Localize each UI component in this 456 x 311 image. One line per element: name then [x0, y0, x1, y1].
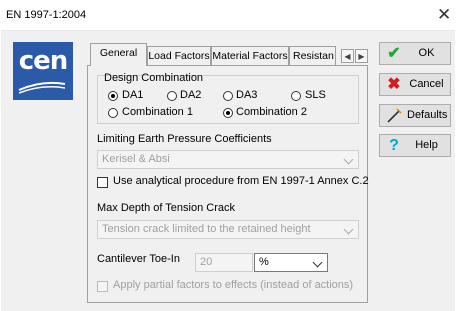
cen-logo: cen: [13, 42, 73, 100]
logo-swoosh-icon: [18, 81, 66, 94]
radio-combination-2-label: Combination 2: [236, 106, 307, 118]
chevron-left-icon: ◀: [344, 52, 351, 61]
tab-scroll-left-button[interactable]: ◀: [341, 49, 354, 63]
window-title: EN 1997-1:2004: [6, 9, 87, 21]
ok-button[interactable]: ✔ OK: [379, 42, 451, 65]
tab-load-factors[interactable]: Load Factors: [147, 46, 211, 65]
tab-resistance[interactable]: Resistan: [289, 46, 336, 65]
partial-factors-checkbox[interactable]: [97, 281, 108, 292]
radio-sls-label: SLS: [305, 89, 326, 101]
cross-icon: ✖: [387, 76, 401, 93]
radio-da2-label: DA2: [180, 89, 202, 101]
radio-da1-label: DA1: [122, 89, 144, 101]
radio-combination-1-label: Combination 1: [122, 106, 193, 118]
radio-da2[interactable]: [167, 91, 177, 101]
cantilever-toe-in-value: 20: [200, 256, 213, 268]
tab-label: General: [99, 47, 138, 59]
help-button-label: Help: [415, 139, 438, 151]
radio-da3-label: DA3: [236, 89, 258, 101]
radio-combination-1[interactable]: [108, 108, 118, 118]
chevron-right-icon: ▶: [358, 52, 365, 61]
cantilever-toe-in-input[interactable]: 20: [195, 253, 253, 272]
cantilever-unit-select[interactable]: %: [254, 253, 328, 272]
partial-factors-label: Apply partial factors to effects (instea…: [113, 279, 354, 291]
radio-selected-dot: [111, 94, 115, 98]
radio-sls[interactable]: [291, 91, 301, 101]
ok-button-label: OK: [418, 47, 435, 59]
cantilever-toe-in-label: Cantilever Toe-In: [97, 253, 180, 265]
radio-combination-2[interactable]: [223, 108, 233, 118]
logo-text: cen: [18, 46, 69, 76]
help-button[interactable]: ? Help: [379, 134, 451, 157]
cantilever-unit-value: %: [259, 256, 269, 268]
analytical-procedure-label: Use analytical procedure from EN 1997-1 …: [113, 175, 369, 187]
radio-selected-dot: [226, 111, 230, 115]
defaults-button[interactable]: Defaults: [379, 104, 451, 127]
tension-crack-title: Max Depth of Tension Crack: [97, 202, 235, 214]
tab-material-factors[interactable]: Material Factors: [211, 46, 289, 65]
tension-crack-select[interactable]: Tension crack limited to the retained he…: [97, 220, 359, 239]
analytical-procedure-checkbox[interactable]: [97, 177, 108, 188]
chevron-down-icon: [312, 257, 323, 268]
limiting-earth-pressure-select[interactable]: Kerisel & Absi: [97, 150, 359, 169]
design-combination-title: Design Combination: [104, 72, 204, 84]
limiting-earth-pressure-title: Limiting Earth Pressure Coefficients: [97, 133, 272, 145]
defaults-button-label: Defaults: [407, 109, 448, 121]
tab-general[interactable]: General: [90, 43, 147, 66]
chevron-down-icon: [343, 224, 354, 235]
tab-label: Resistan: [293, 50, 334, 62]
question-mark-icon: ?: [389, 137, 399, 154]
radio-da1[interactable]: [108, 91, 118, 101]
chevron-down-icon: [343, 154, 354, 165]
cancel-button-label: Cancel: [409, 78, 444, 90]
tab-scroll-right-button[interactable]: ▶: [355, 49, 368, 63]
radio-da3[interactable]: [223, 91, 233, 101]
tab-label: Load Factors: [148, 50, 210, 62]
close-icon[interactable]: ✕: [437, 6, 451, 23]
cancel-button[interactable]: ✖ Cancel: [379, 73, 451, 96]
wand-icon: [387, 108, 402, 123]
limiting-earth-pressure-value: Kerisel & Absi: [102, 153, 170, 165]
tension-crack-value: Tension crack limited to the retained he…: [102, 223, 311, 235]
tab-label: Material Factors: [212, 50, 288, 62]
checkmark-icon: ✔: [387, 45, 401, 62]
